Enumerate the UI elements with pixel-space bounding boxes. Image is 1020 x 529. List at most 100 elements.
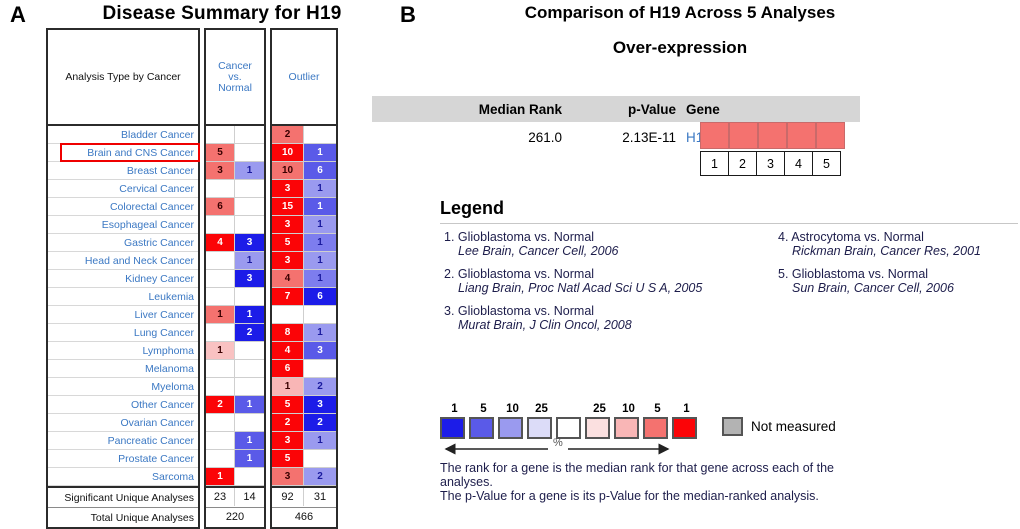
outlier-up-cell[interactable]: 5 <box>272 396 305 414</box>
cvn-down-cell[interactable] <box>235 216 264 234</box>
cancer-label-highlighted[interactable]: Brain and CNS Cancer <box>48 143 200 162</box>
outlier-down-cell[interactable]: 2 <box>304 378 336 396</box>
cancer-label[interactable]: Liver Cancer <box>48 306 198 324</box>
analysis-heat-cell[interactable] <box>816 122 845 149</box>
cvn-down-cell[interactable]: 1 <box>235 450 264 468</box>
cvn-down-cell[interactable]: 1 <box>235 396 264 414</box>
cancer-label[interactable]: Other Cancer <box>48 396 198 414</box>
outlier-down-cell[interactable]: 1 <box>304 216 336 234</box>
cancer-label[interactable]: Prostate Cancer <box>48 450 198 468</box>
cvn-down-cell[interactable] <box>235 180 264 198</box>
outlier-down-cell[interactable]: 2 <box>304 468 336 486</box>
cvn-up-cell[interactable] <box>206 324 236 342</box>
cvn-up-cell[interactable] <box>206 414 236 432</box>
cvn-up-cell[interactable] <box>206 180 236 198</box>
outlier-up-cell[interactable]: 3 <box>272 216 305 234</box>
outlier-down-cell[interactable]: 1 <box>304 252 336 270</box>
outlier-down-cell[interactable]: 3 <box>304 342 336 360</box>
cancer-label[interactable]: Cervical Cancer <box>48 180 198 198</box>
cvn-up-cell[interactable] <box>206 432 236 450</box>
analysis-number-cell[interactable]: 2 <box>728 151 757 176</box>
outlier-down-cell[interactable]: 1 <box>304 270 336 288</box>
analysis-heat-cell[interactable] <box>758 122 787 149</box>
cvn-up-cell[interactable]: 1 <box>206 342 236 360</box>
analysis-number-cell[interactable]: 3 <box>756 151 785 176</box>
outlier-down-cell[interactable]: 1 <box>304 180 336 198</box>
analysis-heat-cell[interactable] <box>700 122 729 149</box>
cvn-up-cell[interactable]: 4 <box>206 234 236 252</box>
outlier-down-cell[interactable]: 1 <box>304 432 336 450</box>
cancer-label[interactable]: Head and Neck Cancer <box>48 252 198 270</box>
outlier-up-cell[interactable] <box>272 306 305 324</box>
cvn-up-cell[interactable] <box>206 360 236 378</box>
analysis-heat-cell[interactable] <box>729 122 758 149</box>
cvn-down-cell[interactable]: 2 <box>235 324 264 342</box>
cvn-up-cell[interactable] <box>206 126 236 144</box>
outlier-up-cell[interactable]: 5 <box>272 450 305 468</box>
cvn-down-cell[interactable] <box>235 288 264 306</box>
cvn-down-cell[interactable]: 1 <box>235 432 264 450</box>
outlier-down-cell[interactable]: 3 <box>304 396 336 414</box>
cvn-down-cell[interactable] <box>235 342 264 360</box>
outlier-down-cell[interactable] <box>304 126 336 144</box>
outlier-up-cell[interactable]: 15 <box>272 198 305 216</box>
outlier-up-cell[interactable]: 3 <box>272 432 305 450</box>
cvn-up-cell[interactable] <box>206 288 236 306</box>
outlier-down-cell[interactable]: 1 <box>304 198 336 216</box>
cancer-label[interactable]: Sarcoma <box>48 468 198 486</box>
outlier-up-cell[interactable]: 7 <box>272 288 305 306</box>
outlier-down-cell[interactable]: 1 <box>304 234 336 252</box>
outlier-down-cell[interactable] <box>304 360 336 378</box>
cvn-up-cell[interactable] <box>206 252 236 270</box>
outlier-up-cell[interactable]: 4 <box>272 342 305 360</box>
cvn-down-cell[interactable] <box>235 144 264 162</box>
cvn-up-cell[interactable]: 1 <box>206 306 236 324</box>
cvn-up-cell[interactable]: 1 <box>206 468 236 486</box>
outlier-up-cell[interactable]: 3 <box>272 252 305 270</box>
cancer-label[interactable]: Ovarian Cancer <box>48 414 198 432</box>
cvn-up-cell[interactable] <box>206 270 236 288</box>
cvn-down-cell[interactable] <box>235 378 264 396</box>
cvn-up-cell[interactable]: 2 <box>206 396 236 414</box>
outlier-up-cell[interactable]: 6 <box>272 360 305 378</box>
cvn-up-cell[interactable]: 5 <box>206 144 236 162</box>
cvn-down-cell[interactable] <box>235 414 264 432</box>
cancer-label[interactable]: Bladder Cancer <box>48 126 198 144</box>
outlier-up-cell[interactable]: 4 <box>272 270 305 288</box>
cvn-down-cell[interactable] <box>235 468 264 486</box>
cancer-label[interactable]: Lung Cancer <box>48 324 198 342</box>
cancer-label[interactable]: Melanoma <box>48 360 198 378</box>
outlier-down-cell[interactable]: 1 <box>304 324 336 342</box>
outlier-down-cell[interactable]: 1 <box>304 144 336 162</box>
cancer-label[interactable]: Lymphoma <box>48 342 198 360</box>
cvn-up-cell[interactable]: 6 <box>206 198 236 216</box>
analysis-number-cell[interactable]: 4 <box>784 151 813 176</box>
analysis-number-cell[interactable]: 5 <box>812 151 841 176</box>
outlier-down-cell[interactable]: 2 <box>304 414 336 432</box>
outlier-down-cell[interactable]: 6 <box>304 288 336 306</box>
cvn-up-cell[interactable] <box>206 216 236 234</box>
cvn-down-cell[interactable] <box>235 360 264 378</box>
cancer-label[interactable]: Kidney Cancer <box>48 270 198 288</box>
cvn-down-cell[interactable] <box>235 126 264 144</box>
outlier-down-cell[interactable] <box>304 306 336 324</box>
outlier-up-cell[interactable]: 2 <box>272 126 305 144</box>
cvn-up-cell[interactable]: 3 <box>206 162 236 180</box>
outlier-up-cell[interactable]: 3 <box>272 468 305 486</box>
outlier-up-cell[interactable]: 8 <box>272 324 305 342</box>
cancer-label[interactable]: Myeloma <box>48 378 198 396</box>
outlier-down-cell[interactable] <box>304 450 336 468</box>
analysis-number-cell[interactable]: 1 <box>700 151 729 176</box>
cancer-label[interactable]: Gastric Cancer <box>48 234 198 252</box>
outlier-up-cell[interactable]: 3 <box>272 180 305 198</box>
cvn-down-cell[interactable]: 1 <box>235 162 264 180</box>
cancer-label[interactable]: Leukemia <box>48 288 198 306</box>
cancer-label[interactable]: Colorectal Cancer <box>48 198 198 216</box>
outlier-up-cell[interactable]: 10 <box>272 144 305 162</box>
cancer-label[interactable]: Pancreatic Cancer <box>48 432 198 450</box>
cancer-label[interactable]: Breast Cancer <box>48 162 198 180</box>
cvn-up-cell[interactable] <box>206 378 236 396</box>
cvn-down-cell[interactable]: 1 <box>235 306 264 324</box>
cancer-label[interactable]: Esophageal Cancer <box>48 216 198 234</box>
cvn-up-cell[interactable] <box>206 450 236 468</box>
